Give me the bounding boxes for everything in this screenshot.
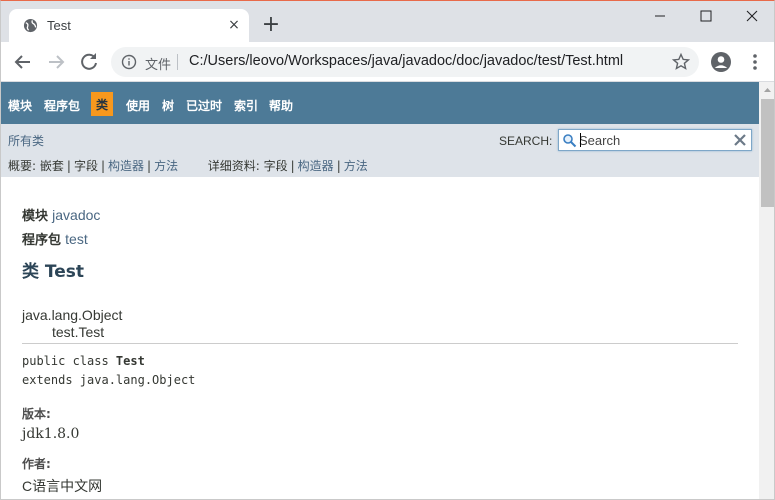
clear-search-icon[interactable] — [732, 132, 748, 148]
minimize-icon[interactable] — [637, 1, 683, 33]
nav-package[interactable]: 程序包 — [44, 97, 80, 114]
summary-nested: 嵌套 — [39, 159, 64, 173]
vertical-scrollbar[interactable] — [759, 82, 775, 499]
browser-tab[interactable]: Test × — [9, 9, 249, 42]
nav-class-active: 类 — [91, 92, 114, 116]
author-value: C语言中文网 — [22, 478, 103, 494]
summary-method-link[interactable]: 方法 — [154, 159, 178, 173]
separator: | — [290, 159, 295, 173]
browser-toolbar: 文件 C:/Users/leovo/Workspaces/java/javado… — [1, 42, 774, 82]
reload-icon[interactable] — [77, 50, 101, 74]
globe-icon — [23, 18, 38, 33]
nav-help[interactable]: 帮助 — [269, 97, 293, 114]
separator: | — [147, 159, 152, 173]
forward-arrow-icon[interactable] — [44, 50, 68, 74]
page-title: 类 Test — [22, 262, 85, 282]
search-input[interactable] — [579, 131, 729, 149]
text-caret — [580, 133, 581, 147]
search-box[interactable] — [558, 129, 752, 151]
javadoc-sub-nav: 所有类 SEARCH: 概要: 嵌套|字段|构造器|方法 详细资料: — [1, 124, 759, 177]
tab-close-icon[interactable]: × — [225, 16, 243, 34]
detail-constructor-link[interactable]: 构造器 — [298, 159, 334, 173]
summary-field: 字段 — [73, 159, 98, 173]
address-bar[interactable]: 文件 C:/Users/leovo/Workspaces/java/javado… — [111, 47, 699, 77]
info-icon[interactable] — [121, 54, 137, 70]
module-link[interactable]: javadoc — [52, 207, 100, 223]
back-arrow-icon[interactable] — [11, 50, 35, 74]
tab-title: Test — [47, 18, 71, 33]
module-line: 模块 javadoc — [22, 205, 100, 224]
summary-detail-links: 概要: 嵌套 | 字段 | 构造器 | 方法 详细资料: 字段 | 构造器 | 方法 — [8, 157, 368, 174]
all-classes-link[interactable]: 所有类 — [8, 132, 44, 149]
search-label: SEARCH: — [499, 134, 553, 148]
javadoc-top-nav: 模块 程序包 类 使用 树 已过时 索引 帮助 — [1, 82, 759, 124]
package-label: 程序包 — [22, 233, 62, 248]
title-bar: Test × + — [1, 1, 775, 42]
version-value: jdk1.8.0 — [22, 426, 80, 442]
detail-method-link[interactable]: 方法 — [344, 159, 368, 173]
decl-name: Test — [115, 354, 145, 368]
nav-index[interactable]: 索引 — [234, 97, 258, 114]
omnibox-separator — [177, 54, 178, 70]
nav-deprecated[interactable]: 已过时 — [186, 97, 222, 114]
class-declaration: public class Test — [22, 354, 145, 368]
package-line: 程序包 test — [22, 229, 88, 248]
package-link[interactable]: test — [65, 231, 88, 247]
scrollbar-thumb[interactable] — [761, 99, 774, 207]
nav-module[interactable]: 模块 — [8, 97, 32, 114]
bookmark-star-icon[interactable] — [671, 52, 691, 72]
scroll-up-arrow-icon[interactable] — [759, 82, 775, 98]
divider — [22, 343, 738, 344]
nav-use[interactable]: 使用 — [126, 97, 150, 114]
new-tab-button[interactable]: + — [259, 14, 283, 38]
inheritance-class: test.Test — [52, 324, 105, 340]
module-label: 模块 — [22, 209, 49, 224]
browser-window: Test × + 文件 C:/Users/leovo/Workspaces/ja… — [0, 0, 775, 500]
close-window-icon[interactable] — [729, 1, 775, 33]
file-scheme-label: 文件 — [145, 58, 172, 73]
separator: | — [336, 159, 341, 173]
detail-field: 字段 — [263, 159, 288, 173]
summary-label: 概要: — [8, 159, 37, 173]
decl-prefix: public class — [22, 354, 116, 368]
version-label: 版本: — [22, 407, 51, 421]
detail-label: 详细资料: — [207, 159, 260, 173]
search-icon — [563, 134, 577, 148]
profile-avatar-icon[interactable] — [710, 51, 732, 73]
class-extends: extends java.lang.Object — [22, 373, 196, 387]
more-options-icon[interactable] — [744, 51, 766, 73]
inheritance-root: java.lang.Object — [22, 307, 123, 323]
url-text[interactable]: C:/Users/leovo/Workspaces/java/javadoc/d… — [189, 53, 623, 69]
separator: | — [66, 159, 71, 173]
page-viewport: 模块 程序包 类 使用 树 已过时 索引 帮助 所有类 SEARCH: Sear… — [1, 82, 759, 499]
nav-tree[interactable]: 树 — [162, 97, 174, 114]
author-label: 作者: — [22, 457, 51, 471]
separator: | — [100, 159, 105, 173]
summary-constructor-link[interactable]: 构造器 — [108, 159, 144, 173]
maximize-icon[interactable] — [683, 1, 729, 33]
